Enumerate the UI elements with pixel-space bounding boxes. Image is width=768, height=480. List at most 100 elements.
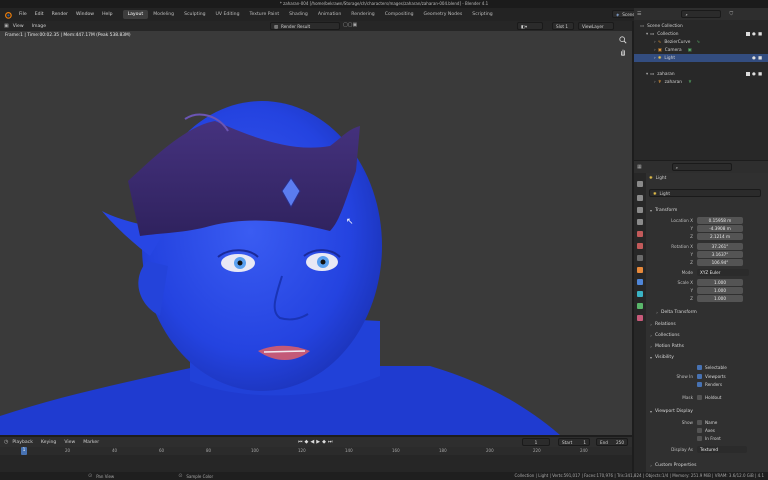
render-tab-icon[interactable] [637, 195, 643, 201]
scene-tab-icon[interactable] [637, 231, 643, 237]
camera-icon[interactable]: ■ [758, 32, 762, 37]
properties-editor-icon[interactable]: ▦ [637, 164, 642, 170]
checkbox-icon[interactable] [746, 32, 750, 36]
scale-z-field[interactable]: 1.000 [697, 295, 743, 302]
outliner-row-light[interactable]: › ✺ Light ● ■ [634, 54, 768, 62]
data-tab-icon[interactable] [637, 303, 643, 309]
rotation-x-field[interactable]: 37.261° [697, 243, 743, 250]
world-tab-icon[interactable] [637, 243, 643, 249]
tab-geometry-nodes[interactable]: Geometry Nodes [419, 10, 468, 19]
menu-view[interactable]: View [60, 440, 79, 445]
object-name-field[interactable]: ✺ Light [649, 189, 761, 197]
expand-arrow-icon[interactable]: › [654, 48, 656, 53]
display-channels-dropdown[interactable]: ◧▾ [517, 22, 543, 30]
play-icon[interactable]: ▶ [316, 439, 320, 445]
outliner-row-camera[interactable]: › ▣ Camera ▣ [634, 46, 768, 54]
rotation-mode-dropdown[interactable]: XYZ Euler [697, 269, 749, 276]
camera-icon[interactable]: ■ [758, 72, 762, 77]
timeline-ruler[interactable]: 20 40 60 80 100 120 140 160 180 200 220 … [0, 447, 632, 455]
eye-icon[interactable]: ● [752, 72, 756, 77]
jump-end-icon[interactable]: ⏭ [328, 439, 333, 445]
menu-window[interactable]: Window [72, 12, 98, 17]
outliner-editor-icon[interactable]: ☰ [637, 11, 641, 17]
show-name-checkbox[interactable] [697, 420, 702, 425]
visibility-panel-header[interactable]: ▾ Visibility [647, 352, 768, 362]
viewports-checkbox[interactable] [697, 374, 702, 379]
outliner-row-scene-collection[interactable]: ▭ Scene Collection [634, 22, 768, 30]
outliner-row-collection[interactable]: ▾ ▭ Collection ● ■ [634, 30, 768, 38]
outliner-row-beziercurve[interactable]: › ∿ BezierCurve ∿ [634, 38, 768, 46]
properties-search-input[interactable]: ⌕ [671, 163, 732, 171]
pan-hand-icon[interactable] [619, 48, 627, 56]
blender-logo-icon[interactable] [4, 11, 12, 19]
tab-scripting[interactable]: Scripting [467, 10, 497, 19]
menu-marker[interactable]: Marker [79, 440, 103, 445]
image-editor-viewport[interactable]: ▣ View Image ▧ Render Result ▢▢▣ ◧▾ Slot… [0, 21, 632, 435]
expand-arrow-icon[interactable]: › [654, 80, 656, 85]
material-tab-icon[interactable] [637, 315, 643, 321]
end-frame-field[interactable]: End 250 [596, 438, 628, 446]
in-front-checkbox[interactable] [697, 436, 702, 441]
collections-panel[interactable]: › Collections [647, 330, 768, 340]
menu-edit[interactable]: Edit [31, 12, 48, 17]
location-x-field[interactable]: 0.15958 m [697, 217, 743, 224]
location-y-field[interactable]: -4.3908 m [697, 225, 743, 232]
eye-icon[interactable]: ● [752, 56, 756, 61]
menu-image[interactable]: Image [28, 24, 50, 29]
custom-properties-panel[interactable]: › Custom Properties [647, 460, 768, 470]
location-z-field[interactable]: 2.1214 m [697, 233, 743, 240]
menu-playback[interactable]: Playback [8, 440, 37, 445]
selectable-checkbox[interactable] [697, 365, 702, 370]
tab-layout[interactable]: Layout [122, 10, 149, 19]
filter-icon[interactable]: ⛉ [729, 11, 733, 17]
transform-panel-header[interactable]: ▾ Transform [647, 205, 768, 215]
expand-arrow-icon[interactable]: › [654, 56, 656, 61]
tab-rendering[interactable]: Rendering [346, 10, 379, 19]
outliner-search-input[interactable]: ⌕ [681, 10, 722, 18]
expand-arrow-icon[interactable]: › [654, 40, 656, 45]
menu-file[interactable]: File [15, 12, 31, 17]
image-browse-icon[interactable]: ▢▢▣ [343, 22, 357, 28]
view-layer-tab-icon[interactable] [637, 219, 643, 225]
renders-checkbox[interactable] [697, 382, 702, 387]
holdout-checkbox[interactable] [697, 395, 702, 400]
delta-transform-panel[interactable]: › Delta Transform [653, 307, 768, 317]
scale-x-field[interactable]: 1.000 [697, 279, 743, 286]
output-tab-icon[interactable] [637, 207, 643, 213]
playhead-frame-indicator[interactable]: 1 [21, 447, 27, 455]
checkbox-icon[interactable] [746, 72, 750, 76]
viewport-display-panel-header[interactable]: ▾ Viewport Display [647, 406, 768, 416]
tool-tab-icon[interactable] [637, 181, 643, 187]
expand-arrow-icon[interactable]: ▾ [646, 72, 648, 77]
constraints-tab-icon[interactable] [637, 291, 643, 297]
current-frame-field[interactable]: 1 [522, 438, 550, 446]
start-frame-field[interactable]: Start 1 [558, 438, 590, 446]
relations-panel[interactable]: › Relations [647, 319, 768, 329]
tab-sculpting[interactable]: Sculpting [179, 10, 210, 19]
prev-keyframe-icon[interactable]: ◆ [305, 439, 309, 445]
zoom-icon[interactable] [619, 36, 627, 44]
menu-help[interactable]: Help [98, 12, 116, 17]
rotation-y-field[interactable]: 3.1637° [697, 251, 743, 258]
tab-shading[interactable]: Shading [284, 10, 313, 19]
tab-uv-editing[interactable]: UV Editing [211, 10, 245, 19]
rotation-z-field[interactable]: 106.94° [697, 259, 743, 266]
next-keyframe-icon[interactable]: ◆ [322, 439, 326, 445]
eye-icon[interactable]: ● [752, 32, 756, 37]
motion-paths-panel[interactable]: › Motion Paths [647, 341, 768, 351]
display-as-dropdown[interactable]: Textured [697, 446, 747, 453]
jump-start-icon[interactable]: ⏮ [298, 439, 303, 445]
slot-dropdown[interactable]: Slot 1 [552, 22, 574, 30]
tab-modeling[interactable]: Modeling [148, 10, 179, 19]
render-layer-dropdown[interactable]: ViewLayer [578, 22, 614, 30]
object-tab-icon[interactable] [637, 267, 643, 273]
collection-tab-icon[interactable] [637, 255, 643, 261]
menu-keying[interactable]: Keying [37, 440, 60, 445]
physics-tab-icon[interactable] [637, 279, 643, 285]
camera-icon[interactable]: ■ [758, 56, 762, 61]
show-axes-checkbox[interactable] [697, 428, 702, 433]
expand-arrow-icon[interactable]: ▾ [646, 32, 648, 37]
scale-y-field[interactable]: 1.000 [697, 287, 743, 294]
tab-animation[interactable]: Animation [313, 10, 346, 19]
outliner-row-zaharan-collection[interactable]: ▾ ▭ zaharan ● ■ [634, 70, 768, 78]
